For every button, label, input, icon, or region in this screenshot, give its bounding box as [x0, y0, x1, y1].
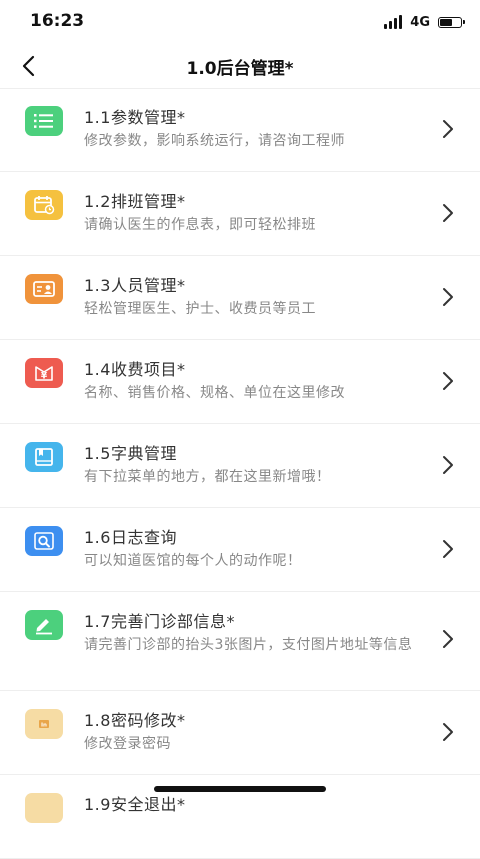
status-indicators: 4G	[384, 12, 465, 32]
chevron-right-icon	[443, 456, 453, 474]
yen-icon: ¥	[25, 358, 63, 388]
home-indicator	[154, 786, 326, 792]
menu-item-description: 请确认医生的作息表，即可轻松排班	[84, 217, 316, 233]
chevron-right-icon	[443, 540, 453, 558]
menu-item-title: 1.8密码修改*	[84, 711, 186, 730]
menu-item-title: 1.3人员管理*	[84, 276, 186, 295]
menu-item-change-password[interactable]: In 1.8密码修改* 修改登录密码	[0, 691, 480, 775]
id-card-icon	[25, 274, 63, 304]
menu-item-log-query[interactable]: 1.6日志查询 可以知道医馆的每个人的动作呢！	[0, 508, 480, 592]
menu-item-description: 可以知道医馆的每个人的动作呢！	[84, 553, 302, 569]
book-icon	[25, 442, 63, 472]
menu-item-description: 修改登录密码	[84, 736, 171, 752]
menu-item-clinic-info[interactable]: 1.7完善门诊部信息* 请完善门诊部的抬头3张图片，支付图片地址等信息	[0, 592, 480, 691]
menu-item-title: 1.4收费项目*	[84, 360, 186, 379]
calendar-icon	[25, 190, 63, 220]
status-time: 16:23	[30, 11, 85, 31]
search-icon	[25, 526, 63, 556]
navigation-bar: 1.0后台管理*	[0, 44, 480, 89]
menu-item-staff-management[interactable]: 1.3人员管理* 轻松管理医生、护士、收费员等员工	[0, 256, 480, 340]
menu-item-title: 1.7完善门诊部信息*	[84, 612, 235, 631]
menu-item-description: 有下拉菜单的地方，都在这里新增哦！	[84, 469, 331, 485]
menu-item-title: 1.9安全退出*	[84, 795, 186, 814]
menu-item-description: 修改参数，影响系统运行，请咨询工程师	[84, 133, 345, 149]
menu-item-description: 轻松管理医生、护士、收费员等员工	[84, 301, 316, 317]
menu-item-description: 请完善门诊部的抬头3张图片，支付图片地址等信息	[84, 637, 413, 653]
chevron-right-icon	[443, 204, 453, 222]
menu-list: 1.1参数管理* 修改参数，影响系统运行，请咨询工程师 1.2排班管理* 请确认…	[0, 88, 480, 859]
menu-item-title: 1.2排班管理*	[84, 192, 186, 211]
list-icon	[25, 106, 63, 136]
network-type: 4G	[410, 14, 430, 30]
chevron-right-icon	[443, 630, 453, 648]
password-icon: In	[25, 709, 63, 739]
menu-item-title: 1.1参数管理*	[84, 108, 186, 127]
menu-item-description: 名称、销售价格、规格、单位在这里修改	[84, 385, 345, 401]
battery-icon	[438, 16, 465, 28]
chevron-right-icon	[443, 288, 453, 306]
svg-text:In: In	[41, 722, 47, 728]
menu-item-fee-items[interactable]: ¥ 1.4收费项目* 名称、销售价格、规格、单位在这里修改	[0, 340, 480, 424]
menu-item-dictionary-management[interactable]: 1.5字典管理 有下拉菜单的地方，都在这里新增哦！	[0, 424, 480, 508]
status-bar: 16:23 4G	[0, 0, 480, 44]
chevron-right-icon	[443, 120, 453, 138]
menu-item-schedule-management[interactable]: 1.2排班管理* 请确认医生的作息表，即可轻松排班	[0, 172, 480, 256]
edit-icon	[25, 610, 63, 640]
page-title: 1.0后台管理*	[186, 59, 294, 79]
svg-text:¥: ¥	[41, 372, 48, 382]
signal-icon	[384, 15, 403, 29]
chevron-right-icon	[443, 723, 453, 741]
exit-icon	[25, 793, 63, 823]
chevron-right-icon	[443, 372, 453, 390]
menu-item-title: 1.6日志查询	[84, 528, 177, 547]
menu-item-parameter-management[interactable]: 1.1参数管理* 修改参数，影响系统运行，请咨询工程师	[0, 88, 480, 172]
menu-item-title: 1.5字典管理	[84, 444, 177, 463]
